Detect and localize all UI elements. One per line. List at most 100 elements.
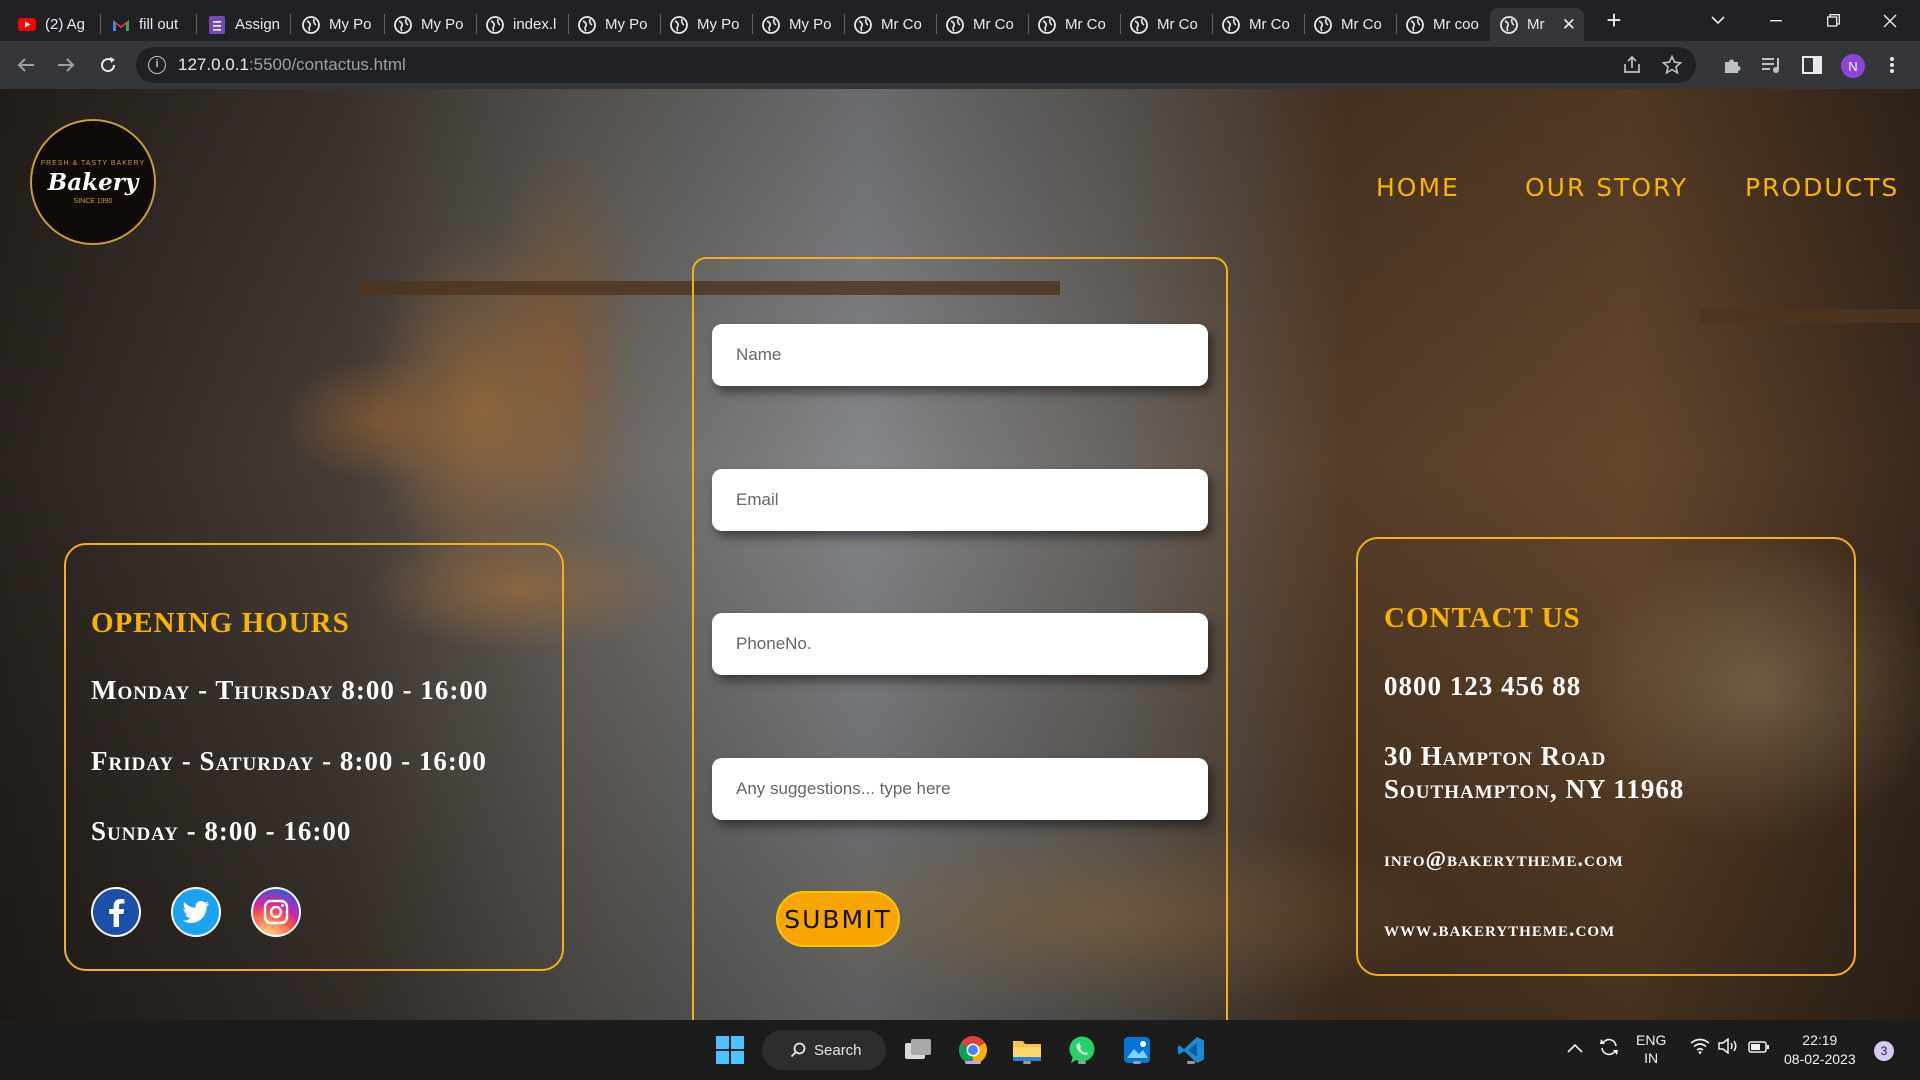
whatsapp-icon[interactable] (1064, 1032, 1100, 1068)
contact-us-title: CONTACT US (1384, 602, 1581, 634)
chevron-down-icon (1711, 16, 1725, 25)
browser-tab[interactable]: Assign (198, 8, 290, 41)
browser-tab[interactable]: Mr Co (1304, 8, 1396, 41)
address-bar[interactable]: i 127.0.0.1:5500/contactus.html (136, 47, 1696, 83)
tab-title: Assign (235, 16, 281, 33)
browser-tab[interactable]: Mr Co (844, 8, 936, 41)
close-window-button[interactable] (1862, 0, 1918, 41)
tab-search-button[interactable] (1690, 0, 1746, 41)
reload-button[interactable] (94, 51, 122, 79)
taskbar-search-button[interactable]: Search (762, 1030, 886, 1070)
logo-wordmark: Bakery (47, 168, 139, 196)
nav-products[interactable]: PRODUCTS (1745, 173, 1899, 202)
browser-tab[interactable]: (2) Ag (8, 8, 94, 41)
profile-avatar[interactable]: N (1841, 54, 1865, 78)
browser-tab[interactable]: index.l (476, 8, 568, 41)
volume-icon[interactable] (1718, 1037, 1740, 1057)
clock[interactable]: 22:19 08-02-2023 (1784, 1031, 1856, 1069)
media-control-icon[interactable] (1760, 53, 1784, 77)
browser-tab[interactable]: My Po (292, 8, 384, 41)
search-label: Search (814, 1041, 862, 1059)
close-tab-icon[interactable]: ✕ (1562, 15, 1576, 35)
windows-start-icon[interactable] (712, 1032, 748, 1068)
restore-icon (1826, 14, 1840, 27)
close-icon (1883, 14, 1897, 27)
tab-title: Mr Co (1157, 16, 1198, 33)
sync-icon[interactable] (1598, 1036, 1620, 1061)
minimize-button[interactable] (1748, 0, 1804, 41)
tab-title: Mr Co (1341, 16, 1382, 33)
twitter-icon[interactable] (171, 887, 221, 937)
contact-email[interactable]: info@bakerytheme.com (1384, 846, 1624, 872)
suggestions-input[interactable]: Any suggestions... type here (712, 758, 1208, 820)
instagram-icon[interactable] (251, 887, 301, 937)
task-view-icon[interactable] (900, 1032, 936, 1068)
browser-tab[interactable]: Mr Co (1212, 8, 1304, 41)
browser-tab[interactable]: My Po (752, 8, 844, 41)
photos-icon[interactable] (1119, 1032, 1155, 1068)
globe-icon (394, 15, 412, 34)
hours-line: Monday - Thursday 8:00 - 16:00 (91, 675, 489, 705)
new-tab-button[interactable]: + (1600, 7, 1628, 35)
notification-badge[interactable]: 3 (1874, 1041, 1894, 1061)
logo-since: SINCE 1990 (73, 197, 113, 205)
submit-button[interactable]: SUBMIT (776, 891, 900, 947)
contact-phone[interactable]: 0800 123 456 88 (1384, 671, 1581, 702)
browser-tab[interactable]: fill out (102, 8, 192, 41)
email-input[interactable]: Email (712, 469, 1208, 531)
tab-title: (2) Ag (45, 16, 86, 33)
globe-icon (946, 15, 964, 34)
tab-title: My Po (789, 16, 832, 33)
browser-tab[interactable]: My Po (384, 8, 476, 41)
site-info-icon[interactable]: i (148, 56, 166, 74)
phone-input[interactable]: PhoneNo. (712, 613, 1208, 675)
browser-tab[interactable]: Mr Co (1120, 8, 1212, 41)
reload-icon (101, 57, 116, 73)
tab-title: My Po (421, 16, 464, 33)
star-icon[interactable] (1660, 53, 1684, 77)
browser-tab[interactable]: My Po (660, 8, 752, 41)
browser-tab[interactable]: Mr Co (1028, 8, 1120, 41)
show-hidden-icons-chevron-up-icon[interactable] (1567, 1040, 1583, 1056)
url-text: 127.0.0.1:5500/contactus.html (178, 55, 406, 74)
youtube-icon (18, 16, 36, 34)
clock-time: 22:19 (1802, 1032, 1838, 1048)
contact-address-line1: 30 Hampton Road (1384, 741, 1607, 771)
share-icon[interactable] (1620, 53, 1644, 77)
language-indicator[interactable]: ENG IN (1636, 1031, 1666, 1067)
running-app-indicator (1187, 1061, 1195, 1064)
bakery-logo[interactable]: FRESH & TASTY BAKERY Bakery SINCE 1990 (30, 119, 156, 245)
globe-icon (1038, 15, 1056, 34)
name-input[interactable]: Name (712, 324, 1208, 386)
chrome-taskbar-icon[interactable] (955, 1032, 991, 1068)
nav-home[interactable]: HOME (1376, 173, 1460, 202)
opening-hours-title: OPENING HOURS (91, 607, 350, 639)
forward-button[interactable] (52, 51, 80, 79)
globe-icon (762, 15, 780, 34)
arrow-left-icon (17, 58, 34, 72)
tab-separator (290, 14, 291, 34)
browser-tab[interactable]: Mr coo (1396, 8, 1488, 41)
browser-tab[interactable]: Mr Co (936, 8, 1028, 41)
tab-title: My Po (329, 16, 372, 33)
contact-website[interactable]: www.bakerytheme.com (1384, 916, 1615, 942)
facebook-icon[interactable] (91, 887, 141, 937)
extensions-icon[interactable] (1720, 53, 1744, 77)
back-button[interactable] (12, 51, 40, 79)
restore-button[interactable] (1805, 0, 1861, 41)
browser-tab[interactable]: My Po (568, 8, 660, 41)
running-app-indicator (1078, 1061, 1086, 1064)
nav-our-story[interactable]: OUR STORY (1525, 173, 1688, 202)
browser-tab-active[interactable]: Mr ✕ (1490, 8, 1584, 41)
hours-line: Friday - Saturday - 8:00 - 16:00 (91, 746, 487, 776)
side-panel-icon[interactable] (1800, 53, 1824, 77)
battery-icon[interactable] (1748, 1040, 1770, 1056)
file-explorer-icon[interactable] (1009, 1032, 1045, 1068)
wifi-icon[interactable] (1690, 1038, 1710, 1057)
tab-separator (196, 14, 197, 34)
globe-icon (1314, 15, 1332, 34)
clock-date: 08-02-2023 (1784, 1051, 1856, 1067)
more-menu-icon[interactable] (1880, 53, 1904, 77)
vscode-icon[interactable] (1173, 1032, 1209, 1068)
tab-separator (100, 14, 101, 34)
